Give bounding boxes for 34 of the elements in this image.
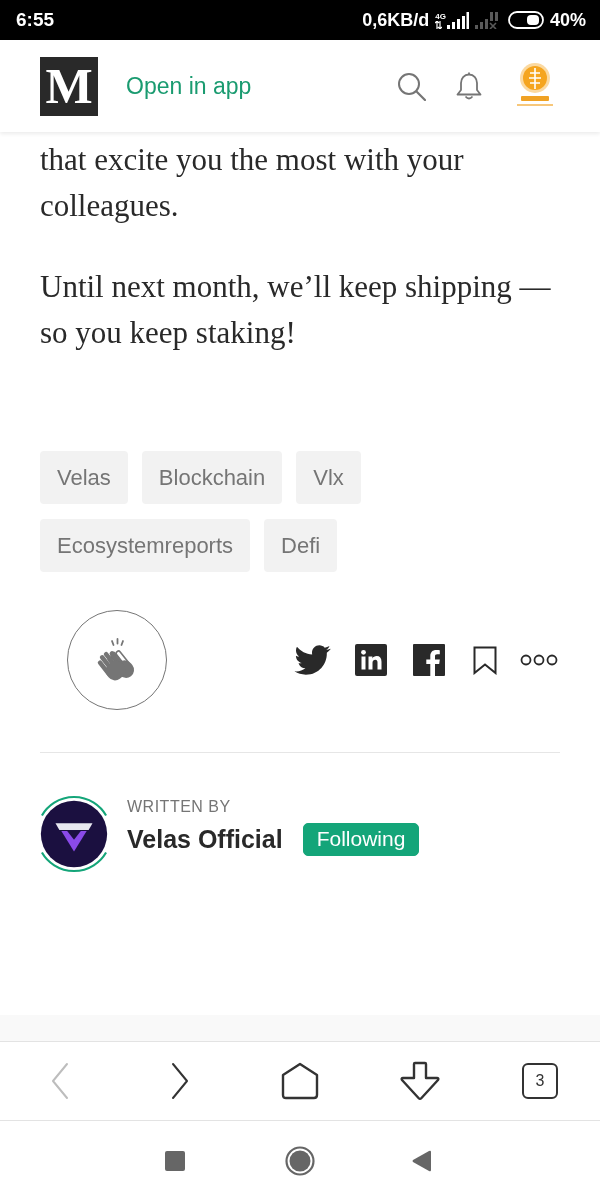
battery-icon [507, 11, 544, 29]
back-triangle-icon[interactable] [412, 1149, 431, 1172]
download-icon[interactable] [399, 1061, 441, 1101]
data-rate: 0,6KB/d [362, 8, 430, 32]
bookmark-icon[interactable] [473, 645, 497, 675]
facebook-icon[interactable] [413, 644, 445, 676]
signal-icon [446, 11, 469, 29]
data-arrows-icon [435, 20, 443, 29]
tag[interactable]: Vlx [296, 451, 361, 504]
battery-percent: 40% [549, 8, 586, 32]
open-in-app-link[interactable]: Open in app [126, 68, 252, 104]
following-button[interactable]: Following [302, 822, 420, 856]
linkedin-icon[interactable] [355, 644, 387, 676]
search-icon[interactable] [397, 71, 426, 101]
article-paragraph: that excite you the most with your colleagues. [40, 141, 465, 225]
status-time: 6:55 [16, 7, 55, 32]
forward-icon[interactable] [170, 1062, 190, 1100]
more-options-icon[interactable] [520, 654, 558, 666]
article-paragraph: Until next month, we’ll keep shipping — so you keep staking! [40, 268, 552, 352]
tabs-button[interactable]: 3 [522, 1063, 558, 1099]
tag[interactable]: Ecosystemreports [40, 519, 251, 572]
recents-icon[interactable] [165, 1150, 185, 1171]
network-type: 4G [435, 11, 446, 21]
site-logo[interactable]: M [40, 56, 98, 116]
tag[interactable]: Defi [264, 519, 338, 572]
author-name[interactable]: Velas Official [127, 822, 283, 856]
no-signal-icon [474, 11, 498, 29]
home-circle-icon[interactable] [285, 1145, 315, 1176]
written-by-label: WRITTEN BY [127, 797, 232, 817]
tag[interactable]: Blockchain [141, 451, 283, 504]
bell-icon[interactable] [456, 71, 482, 101]
bird-icon[interactable] [294, 645, 331, 675]
tag[interactable]: Velas [40, 451, 128, 504]
home-icon[interactable] [281, 1062, 319, 1100]
